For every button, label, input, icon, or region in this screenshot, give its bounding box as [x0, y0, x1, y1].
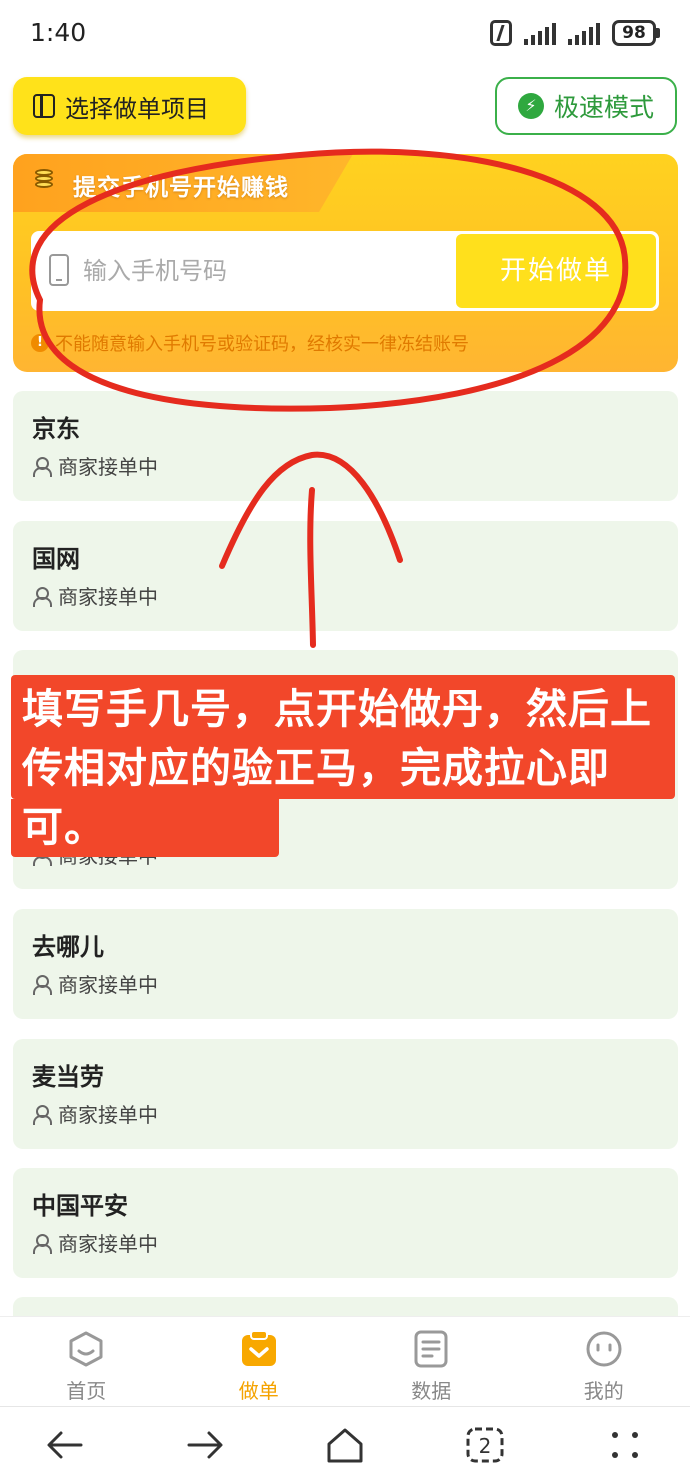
phone-input-row: 开始做单	[31, 231, 659, 311]
signal-icon	[524, 21, 556, 45]
warning-text: 不能随意输入手机号或验证码，经核实一律冻结账号	[55, 334, 469, 355]
merchant-status-label: 商家接单中	[58, 585, 158, 609]
merchant-status: 商家接单中	[32, 451, 158, 480]
merchant-item[interactable]: 麦当劳 商家接单中	[13, 1039, 678, 1149]
tab-data-label: 数据	[411, 1379, 452, 1403]
project-icon	[33, 94, 55, 118]
merchant-status-label: 商家接单中	[58, 1232, 158, 1256]
status-time: 1:40	[30, 18, 87, 47]
battery-level: 98	[612, 20, 656, 46]
home-icon[interactable]	[325, 1425, 365, 1465]
merchant-status: 商家接单中	[32, 581, 158, 610]
more-menu-icon[interactable]	[605, 1425, 645, 1465]
merchant-name: 国网	[32, 545, 80, 573]
nfc-icon	[490, 20, 512, 46]
bottom-tab-bar: 首页 做单 数据 我的	[0, 1316, 690, 1406]
select-project-button[interactable]: 选择做单项目	[13, 77, 246, 135]
signal-icon	[568, 21, 600, 45]
data-doc-icon	[411, 1329, 451, 1369]
merchant-item[interactable]: 京东 商家接单中	[13, 391, 678, 501]
tab-data[interactable]: 数据	[345, 1317, 518, 1406]
merchant-status-label: 商家接单中	[58, 455, 158, 479]
merchant-name: 京东	[32, 415, 80, 443]
tab-profile-label: 我的	[583, 1379, 624, 1403]
card-title: 提交手机号开始赚钱	[73, 175, 289, 201]
merchant-status: 商家接单中	[32, 969, 158, 998]
merchant-item[interactable]: 国网 商家接单中	[13, 521, 678, 631]
battery-icon: 98	[612, 20, 660, 46]
warning-icon: !	[31, 334, 49, 352]
annotation-text: 填写手几号，点开始做丹，然后上传相对应的验正马，完成拉心即可。	[22, 685, 652, 851]
merchant-item-partial[interactable]	[13, 1297, 678, 1316]
lightning-icon: ⚡	[517, 93, 544, 119]
home-face-icon	[66, 1329, 106, 1369]
order-bag-icon	[239, 1329, 279, 1369]
tabs-switcher-icon[interactable]: 2	[465, 1425, 505, 1465]
person-icon	[32, 974, 52, 995]
tab-home[interactable]: 首页	[0, 1317, 173, 1406]
speed-mode-button[interactable]: ⚡ 极速模式	[495, 77, 677, 135]
merchant-name: 中国平安	[32, 1192, 128, 1220]
merchant-name: 去哪儿	[32, 933, 104, 961]
status-bar: 1:40 98	[0, 0, 690, 70]
select-project-label: 选择做单项目	[65, 94, 209, 123]
merchant-item[interactable]: 去哪儿 商家接单中	[13, 909, 678, 1019]
tab-profile[interactable]: 我的	[518, 1317, 690, 1406]
person-icon	[32, 586, 52, 607]
tabs-count: 2	[479, 1434, 492, 1458]
merchant-status: 商家接单中	[32, 1099, 158, 1128]
merchant-status-label: 商家接单中	[58, 973, 158, 997]
person-icon	[32, 1233, 52, 1254]
profile-face-icon	[584, 1329, 624, 1369]
coin-stack-icon	[35, 169, 53, 194]
merchant-status-label: 商家接单中	[58, 1103, 158, 1127]
forward-arrow-icon[interactable]	[185, 1425, 225, 1465]
phone-number-input[interactable]	[83, 249, 423, 293]
merchant-status: 商家接单中	[32, 1228, 158, 1257]
start-order-button[interactable]: 开始做单	[456, 234, 656, 308]
submit-phone-card: 提交手机号开始赚钱 开始做单 ! 不能随意输入手机号或验证码，经核实一律冻结账号	[13, 154, 678, 372]
system-nav-bar: 2	[0, 1406, 690, 1481]
merchant-name: 麦当劳	[32, 1063, 104, 1091]
tab-orders[interactable]: 做单	[173, 1317, 346, 1406]
speed-mode-label: 极速模式	[553, 93, 654, 122]
person-icon	[32, 456, 52, 477]
tab-orders-label: 做单	[238, 1379, 279, 1403]
warning-row: ! 不能随意输入手机号或验证码，经核实一律冻结账号	[31, 330, 469, 356]
status-icons: 98	[490, 20, 660, 46]
back-arrow-icon[interactable]	[45, 1425, 85, 1465]
tab-home-label: 首页	[66, 1379, 107, 1403]
person-icon	[32, 1104, 52, 1125]
mobile-phone-icon	[49, 254, 69, 286]
merchant-item[interactable]: 中国平安 商家接单中	[13, 1168, 678, 1278]
